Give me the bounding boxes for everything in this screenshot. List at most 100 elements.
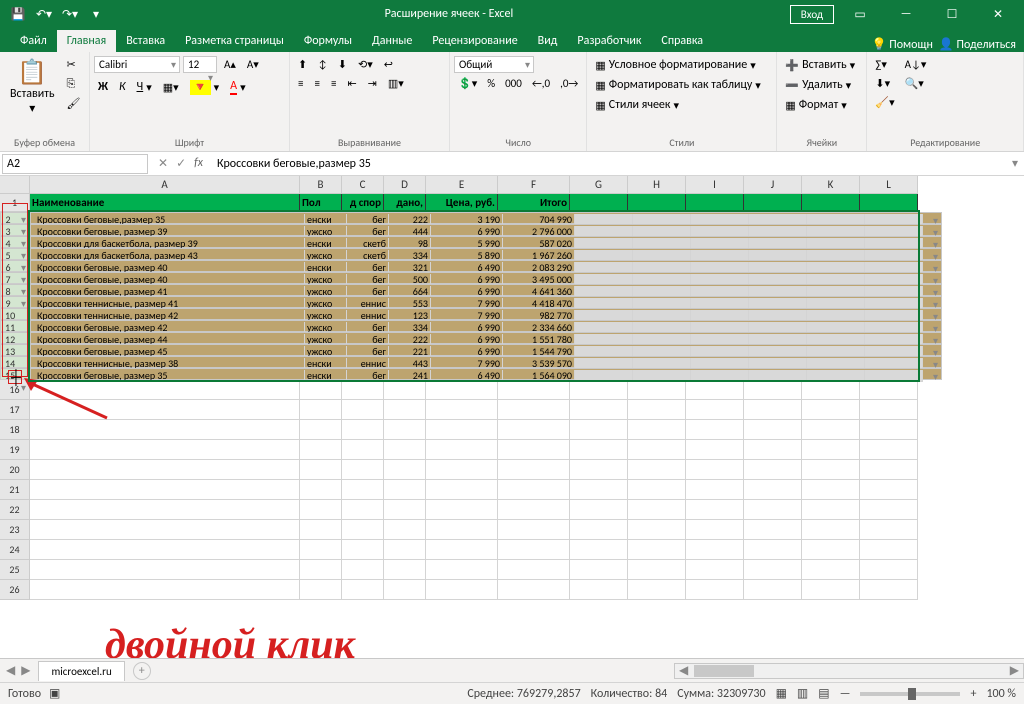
fill-icon[interactable]: ⬇▾	[871, 75, 898, 92]
italic-icon[interactable]: К	[115, 77, 130, 97]
align-left-icon[interactable]: ≡	[294, 75, 307, 92]
macro-record-icon[interactable]: ▣	[49, 686, 60, 701]
redo-icon[interactable]: ↷▾	[58, 2, 82, 26]
view-normal-icon[interactable]: ▦	[776, 686, 787, 701]
cell[interactable]	[342, 460, 384, 480]
cell[interactable]	[300, 380, 342, 400]
cell[interactable]	[300, 540, 342, 560]
cell[interactable]	[628, 440, 686, 460]
cell[interactable]	[342, 520, 384, 540]
col-header-G[interactable]: G	[570, 176, 628, 194]
cell[interactable]	[686, 520, 744, 540]
cell[interactable]	[802, 480, 860, 500]
cell[interactable]	[860, 400, 918, 420]
fill-color-icon[interactable]: 🔻▾	[186, 77, 223, 97]
tab-formulas[interactable]: Формулы	[294, 30, 362, 52]
font-color-icon[interactable]: A▾	[226, 77, 249, 97]
cell[interactable]	[686, 194, 744, 212]
cell[interactable]	[744, 480, 802, 500]
cell[interactable]	[686, 460, 744, 480]
cell[interactable]	[628, 400, 686, 420]
cell[interactable]	[342, 380, 384, 400]
cell[interactable]	[802, 580, 860, 600]
format-cells-button[interactable]: ▦ Формат▾	[781, 96, 850, 114]
cell[interactable]: 6 490	[431, 370, 503, 382]
cells-area[interactable]: НаименованиеПолд спордано,Цена, руб.Итог…	[30, 194, 942, 600]
cell[interactable]	[686, 420, 744, 440]
row-header[interactable]: 18	[0, 420, 30, 440]
formula-input[interactable]: Кроссовки беговые,размер 35	[211, 155, 1006, 173]
col-header-D[interactable]: D	[384, 176, 426, 194]
copy-icon[interactable]: ⎘	[63, 75, 85, 93]
conditional-format-button[interactable]: ▦ Условное форматирование▾	[591, 56, 759, 74]
cell[interactable]	[570, 580, 628, 600]
col-header-E[interactable]: E	[426, 176, 498, 194]
tab-review[interactable]: Рецензирование	[422, 30, 527, 52]
cell[interactable]	[426, 420, 498, 440]
cell[interactable]	[802, 520, 860, 540]
cell[interactable]	[860, 500, 918, 520]
cell[interactable]	[426, 460, 498, 480]
row-header[interactable]: 17	[0, 400, 30, 420]
autosum-icon[interactable]: ∑▾	[871, 56, 898, 73]
sort-filter-icon[interactable]: A↓▾	[901, 56, 931, 73]
cell[interactable]	[628, 194, 686, 212]
cell[interactable]	[426, 560, 498, 580]
cell[interactable]	[802, 400, 860, 420]
cell[interactable]	[628, 500, 686, 520]
col-header-F[interactable]: F	[498, 176, 570, 194]
cell[interactable]	[686, 540, 744, 560]
cell[interactable]	[802, 440, 860, 460]
col-header-C[interactable]: C	[342, 176, 384, 194]
cell[interactable]	[300, 420, 342, 440]
cell[interactable]	[300, 400, 342, 420]
sheet-tab[interactable]: microexcel.ru	[38, 661, 124, 681]
cell[interactable]	[628, 380, 686, 400]
close-icon[interactable]: ✕	[978, 0, 1018, 28]
paste-button[interactable]: 📋 Вставить▾	[4, 56, 61, 118]
fx-icon[interactable]: fx	[194, 156, 203, 171]
row-header[interactable]: 26	[0, 580, 30, 600]
cell[interactable]	[384, 480, 426, 500]
cell[interactable]	[342, 580, 384, 600]
tab-file[interactable]: Файл	[10, 30, 57, 52]
wrap-text-icon[interactable]: ↩	[380, 56, 397, 73]
cancel-formula-icon[interactable]: ✕	[158, 156, 168, 171]
cell[interactable]	[628, 480, 686, 500]
cell[interactable]	[865, 370, 923, 382]
cut-icon[interactable]: ✂	[63, 56, 85, 73]
cell[interactable]	[628, 460, 686, 480]
tab-view[interactable]: Вид	[528, 30, 568, 52]
border-icon[interactable]: ▦▾	[159, 77, 183, 97]
cell[interactable]	[744, 500, 802, 520]
cell[interactable]: Пол	[300, 194, 342, 212]
comma-icon[interactable]: 000	[501, 75, 526, 92]
cell[interactable]	[570, 520, 628, 540]
cell[interactable]	[300, 480, 342, 500]
cell[interactable]	[686, 500, 744, 520]
add-sheet-button[interactable]: +	[133, 662, 151, 680]
name-box[interactable]	[2, 154, 148, 174]
dec-decimal-icon[interactable]: ,0→	[556, 75, 582, 92]
cell[interactable]	[686, 380, 744, 400]
cell[interactable]	[570, 400, 628, 420]
cell[interactable]	[628, 420, 686, 440]
view-layout-icon[interactable]: ▥	[797, 686, 808, 701]
enter-formula-icon[interactable]: ✓	[176, 156, 186, 171]
cell[interactable]	[860, 380, 918, 400]
grow-font-icon[interactable]: A▴	[220, 56, 240, 73]
cell[interactable]	[802, 420, 860, 440]
row-header[interactable]: 20	[0, 460, 30, 480]
col-header-H[interactable]: H	[628, 176, 686, 194]
cell[interactable]	[342, 480, 384, 500]
cell[interactable]	[570, 194, 628, 212]
cell[interactable]	[426, 480, 498, 500]
cell[interactable]	[860, 540, 918, 560]
cell-styles-button[interactable]: ▦ Стили ячеек▾	[591, 96, 683, 114]
orientation-icon[interactable]: ⟲▾	[354, 56, 377, 73]
cell[interactable]	[384, 380, 426, 400]
row-header[interactable]: 25	[0, 560, 30, 580]
cell[interactable]	[744, 520, 802, 540]
select-all-corner[interactable]	[0, 176, 30, 194]
zoom-slider[interactable]	[860, 692, 960, 696]
